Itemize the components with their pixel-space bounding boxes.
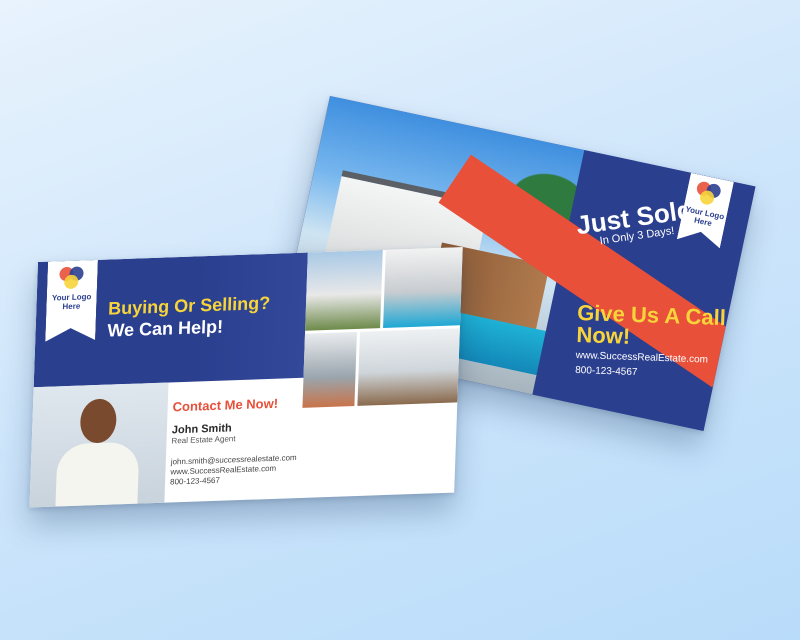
agent-portrait [29, 382, 169, 508]
headline-line2: We Can Help! [107, 316, 224, 341]
logo-text: Your Logo Here [684, 204, 726, 229]
gallery-photo-exterior [305, 249, 383, 331]
agent-torso [55, 441, 140, 507]
logo-text: Your Logo Here [51, 292, 92, 312]
website-text: www.SuccessRealEstate.com [575, 349, 709, 366]
gallery-photo-kitchen [357, 328, 460, 406]
headline: Buying Or Selling? We Can Help! [107, 292, 270, 342]
gallery-photo-pool [383, 247, 463, 328]
contact-title: Contact Me Now! [172, 395, 279, 415]
cta-title: Give Us A Call Now! [576, 299, 727, 349]
call-to-action: Give Us A Call Now! www.SuccessRealEstat… [575, 299, 727, 381]
blue-header: Your Logo Here Buying Or Selling? We Can… [33, 252, 308, 388]
agent-head [79, 398, 118, 444]
logo-tag: Your Logo Here [45, 260, 98, 342]
logo-icon [694, 180, 724, 209]
logo-icon [59, 266, 86, 291]
buying-selling-postcard: Your Logo Here Buying Or Selling? We Can… [29, 247, 463, 508]
contact-block: Contact Me Now! John Smith Real Estate A… [170, 394, 323, 487]
photo-gallery [302, 247, 463, 408]
